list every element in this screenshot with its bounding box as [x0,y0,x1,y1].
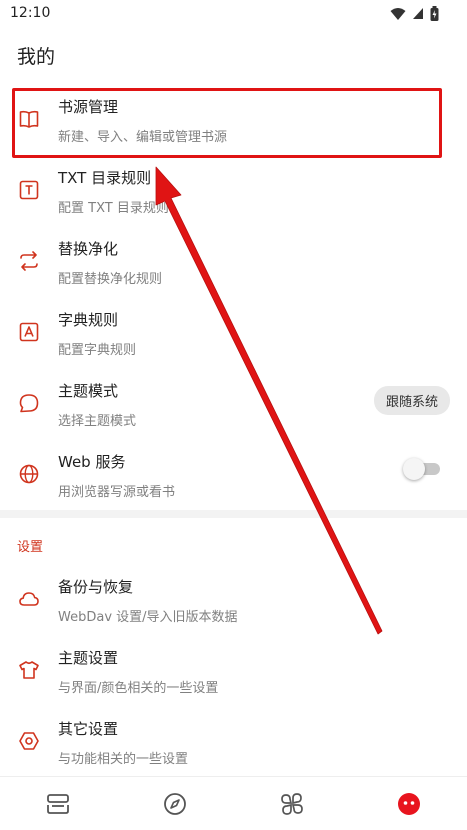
item-title: TXT 目录规则 [58,169,152,187]
section-divider [0,510,467,518]
list-item-replace-rules[interactable]: 替换净化 配置替换净化规则 [0,230,467,301]
text-box-icon [19,180,39,200]
tshirt-icon [19,661,39,679]
item-title: 主题模式 [58,382,119,400]
item-title: 字典规则 [58,311,119,329]
item-title: 其它设置 [58,720,119,738]
web-service-toggle[interactable] [403,458,440,480]
list-item-backup-restore[interactable]: 备份与恢复 WebDav 设置/导入旧版本数据 [0,568,467,639]
my-face-icon[interactable] [396,791,422,817]
item-title: 备份与恢复 [58,578,134,596]
list-item-theme-mode[interactable]: 主题模式 选择主题模式 跟随系统 [0,372,467,443]
item-title: 主题设置 [58,649,119,667]
grid-clover-icon[interactable] [279,791,305,817]
status-bar: 12:10 [0,0,467,28]
item-subtitle: 用浏览器写源或看书 [58,485,176,500]
chat-bubble-icon [19,394,39,413]
toggle-knob [403,458,425,480]
status-time: 12:10 [10,5,51,21]
wifi-icon [390,7,406,20]
annotation-highlight-box [12,88,442,158]
status-icons [390,6,439,21]
battery-icon [430,6,439,21]
page-title: 我的 [17,46,56,68]
bookshelf-icon[interactable] [45,791,71,817]
item-subtitle: WebDav 设置/导入旧版本数据 [58,610,238,625]
item-title: 替换净化 [58,240,119,258]
list-item-dictionary-rules[interactable]: 字典规则 配置字典规则 [0,301,467,372]
compass-icon[interactable] [162,791,188,817]
globe-icon [19,464,39,484]
swap-arrows-icon [20,251,38,271]
item-subtitle: 选择主题模式 [58,414,137,429]
list-item-txt-toc-rules[interactable]: TXT 目录规则 配置 TXT 目录规则 [0,159,467,230]
list-item-theme-settings[interactable]: 主题设置 与界面/颜色相关的一些设置 [0,639,467,710]
section-label-settings: 设置 [17,540,44,555]
item-title: Web 服务 [58,453,126,471]
cloud-icon [19,592,39,606]
list-item-other-settings[interactable]: 其它设置 与功能相关的一些设置 [0,710,467,781]
signal-icon [413,8,423,19]
dictionary-a-icon [19,322,39,342]
bottom-nav [0,776,467,830]
item-subtitle: 与功能相关的一些设置 [58,752,189,767]
theme-mode-select[interactable]: 跟随系统 [373,386,450,415]
item-subtitle: 配置字典规则 [58,343,137,358]
item-subtitle: 配置替换净化规则 [58,272,163,287]
list-item-web-service[interactable]: Web 服务 用浏览器写源或看书 [0,443,467,514]
item-subtitle: 与界面/颜色相关的一些设置 [58,681,219,696]
item-subtitle: 配置 TXT 目录规则 [58,201,169,216]
gear-hexagon-icon [19,732,39,750]
